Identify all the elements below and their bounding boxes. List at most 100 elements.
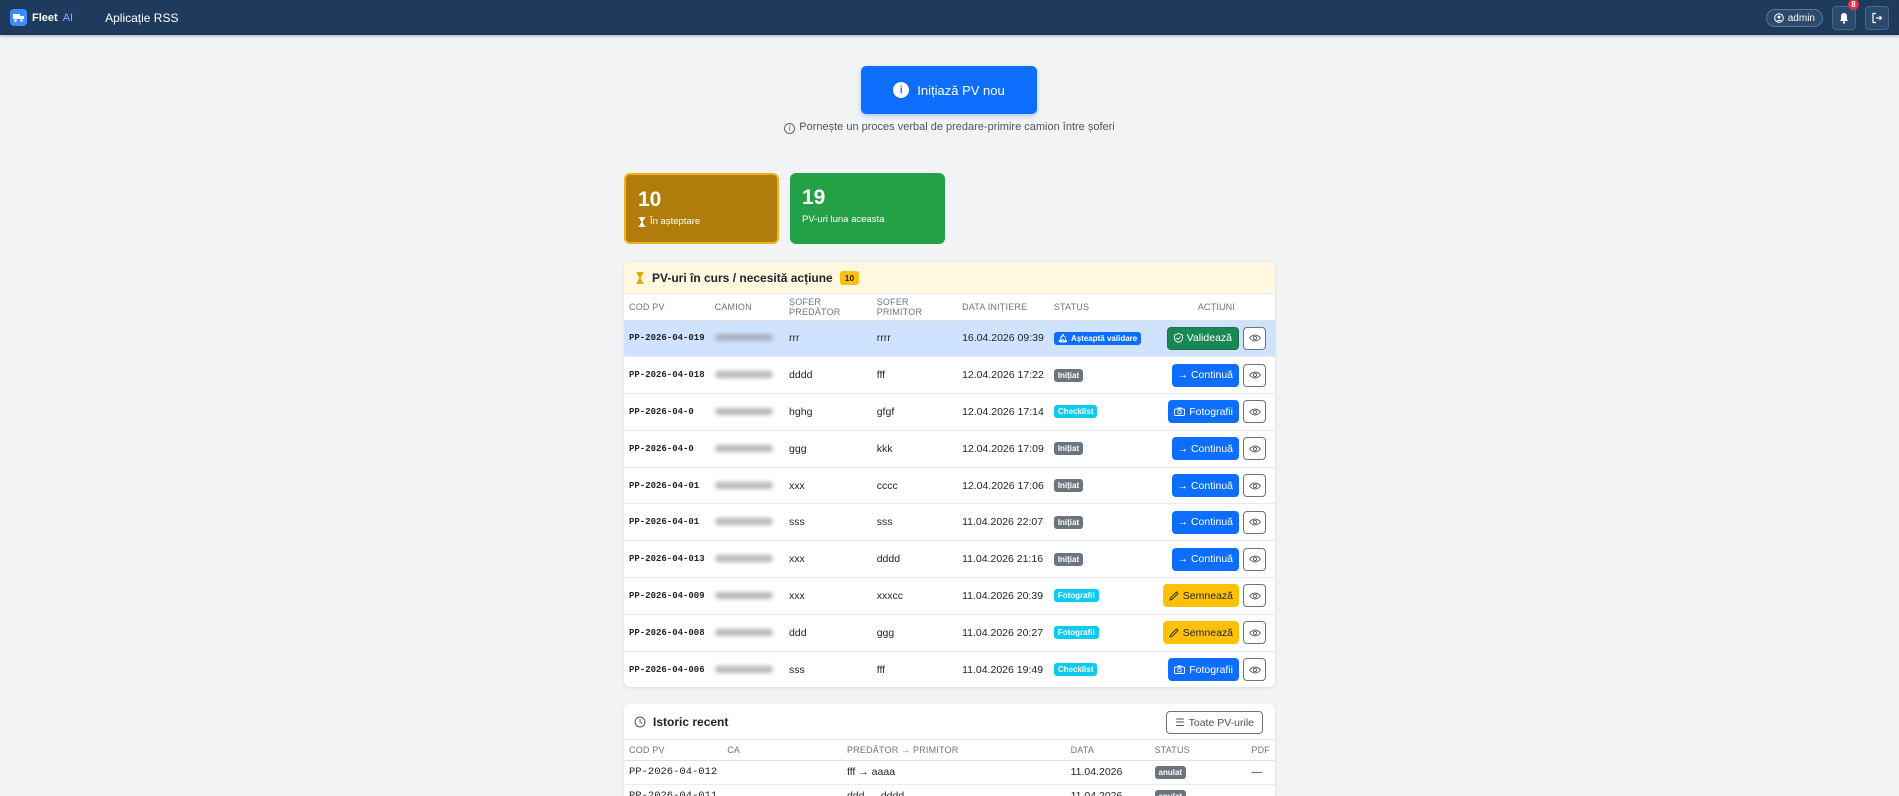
initiate-pv-button[interactable]: i Inițiază PV nou [861,66,1037,114]
pending-row[interactable]: PP-2026-04-008 ddd ggg 11.04.2026 20:27 Foto… [624,614,1275,652]
pending-pv-title: PV-uri în curs / necesită acțiune [652,270,833,285]
clock-history-icon [634,716,646,727]
redacted-plate [714,555,773,563]
row-action-button[interactable]: → Continuă [1171,437,1239,461]
status-cell: Inițiat [1048,356,1158,395]
status-cell: Checklist [1048,393,1158,431]
view-button[interactable] [1243,510,1266,534]
stat-pending-card[interactable]: 10 În așteptare [624,173,779,244]
view-button[interactable] [1243,363,1266,387]
action-label: Validează [1186,332,1232,345]
pending-row[interactable]: PP-2026-04-013 xxx dddd 11.04.2026 21:16 Ini… [624,540,1275,579]
action-label: → Continuă [1177,479,1233,492]
row-action-button[interactable]: → Continuă [1171,510,1239,534]
pv-code[interactable]: PP-2026-04-011 [624,784,723,796]
app-title-link[interactable]: Aplicație RSS [105,11,178,25]
view-button[interactable] [1243,658,1266,682]
row-action-button[interactable]: Fotografii [1168,400,1239,424]
row-action-button[interactable]: Validează [1166,326,1239,350]
status-text: Fotografii [1057,591,1095,601]
stat-month-card[interactable]: 19 PV-uri luna aceasta [790,173,945,244]
pending-row[interactable]: PP-2026-04-0 hghg gfgf 12.04.2026 17:14 Chec… [624,393,1275,431]
view-button[interactable] [1243,474,1266,498]
actions-cell: Semnează [1157,577,1275,615]
status-text: Checklist [1057,665,1094,675]
view-button[interactable] [1243,437,1266,461]
status-text: Inițiat [1057,517,1080,527]
pending-row[interactable]: PP-2026-04-009 xxx xxxcc 11.04.2026 20:39 Fo… [624,577,1275,615]
actions-cell: Fotografii [1157,651,1275,687]
pv-code[interactable]: PP-2026-04-01 [624,503,710,542]
driver-to: gfgf [871,393,958,431]
row-action-button[interactable]: → Continuă [1171,547,1239,571]
action-label: → Continuă [1177,553,1233,566]
user-menu-button[interactable]: admin [1765,9,1823,27]
pv-code[interactable]: PP-2026-04-0 [624,393,710,431]
notifications-button[interactable]: 8 [1832,0,1859,30]
status-badge: Inițiat [1053,479,1084,493]
truck-cell [709,614,785,652]
truck-cell [709,651,785,687]
truck-cell [709,356,785,395]
status-badge: Fotografii [1053,626,1099,640]
row-action-button[interactable]: Semnează [1162,584,1239,608]
pv-code[interactable]: PP-2026-04-009 [624,577,710,615]
pending-col-header: CAMION [709,294,785,321]
status-text: Inițiat [1057,481,1080,491]
pending-row[interactable]: PP-2026-04-0 ggg kkk 12.04.2026 17:09 Iniția… [624,430,1275,468]
pending-col-header: DATA INIȚIERE [957,294,1049,321]
pending-row[interactable]: PP-2026-04-006 sss fff 11.04.2026 19:49 Chec… [624,651,1275,687]
pv-code[interactable]: PP-2026-04-01 [624,467,710,505]
status-cell: Fotografii [1048,614,1158,652]
list-icon: ☰ [1175,716,1185,729]
status-badge: Inițiat [1053,442,1084,456]
pending-col-header: STATUS [1048,294,1158,321]
driver-from: xxx [784,540,872,579]
history-col-header: COD PV [624,740,723,761]
history-table: COD PV CA PREDĂTOR → PRIMITOR DATA STATUS PDF… [624,740,1275,796]
pending-row[interactable]: PP-2026-04-019 rrr rrrr 16.04.2026 09:39 🔔︎ A… [624,320,1275,358]
pending-row[interactable]: PP-2026-04-01 sss sss 11.04.2026 22:07 Iniți… [624,503,1275,542]
actions-cell: → Continuă [1157,356,1275,395]
row-action-button[interactable]: → Continuă [1171,363,1239,387]
redacted-plate [714,591,773,599]
status-cell: Checklist [1048,651,1158,687]
pv-code[interactable]: PP-2026-04-012 [624,760,723,785]
pdf-cell[interactable]: — [1246,760,1275,785]
pen-icon [1169,628,1179,638]
view-button[interactable] [1243,400,1266,424]
driver-from: sss [784,503,872,542]
pv-code[interactable]: PP-2026-04-019 [624,320,710,358]
view-button[interactable] [1243,584,1266,608]
view-button[interactable] [1243,326,1266,350]
truck-cell [709,577,785,615]
pending-pv-card: PV-uri în curs / necesită acțiune 10 COD… [624,262,1275,687]
logout-button[interactable] [1865,6,1889,30]
pdf-cell[interactable] [1246,784,1275,796]
initiation-date: 12.04.2026 17:09 [957,430,1049,468]
row-action-button[interactable]: → Continuă [1171,474,1239,498]
history-date: 11.04.2026 [1065,760,1150,785]
pv-code[interactable]: PP-2026-04-006 [624,651,710,687]
initiation-date: 11.04.2026 20:39 [957,577,1049,615]
pv-code[interactable]: PP-2026-04-008 [624,614,710,652]
view-button[interactable] [1243,621,1266,645]
info-icon: i [893,82,910,98]
row-action-button[interactable]: Semnează [1162,621,1239,645]
initiation-date: 11.04.2026 21:16 [957,540,1049,579]
status-text: Așteaptă validare [1070,333,1138,343]
view-button[interactable] [1243,547,1266,571]
initiation-date: 12.04.2026 17:06 [957,467,1049,505]
pv-code[interactable]: PP-2026-04-018 [624,356,710,395]
pv-code[interactable]: PP-2026-04-013 [624,540,710,579]
pending-row[interactable]: PP-2026-04-01 xxx cccc 12.04.2026 17:06 Iniț… [624,467,1275,505]
row-action-button[interactable]: Fotografii [1168,658,1239,682]
initiate-pv-label: Inițiază PV nou [917,82,1005,98]
all-pv-button[interactable]: ☰ Toate PV-urile [1166,711,1263,734]
history-row[interactable]: PP-2026-04-012 fff → aaaa 11.04.2026 anulat… [624,760,1275,785]
brand-name: Fleet [32,11,58,24]
pending-row[interactable]: PP-2026-04-018 dddd fff 12.04.2026 17:22 Ini… [624,356,1275,395]
pv-code[interactable]: PP-2026-04-0 [624,430,710,468]
brand-logo[interactable]: Fleet AI [10,9,73,26]
history-row[interactable]: PP-2026-04-011 ddd → dddd 11.04.2026 anulat [624,784,1275,796]
